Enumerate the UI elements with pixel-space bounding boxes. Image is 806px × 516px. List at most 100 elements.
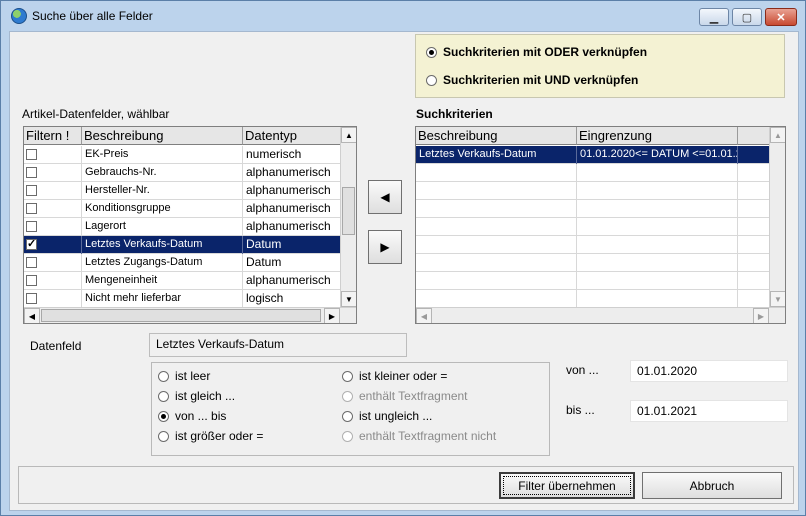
scroll-left-icon[interactable]: ◀ — [24, 308, 40, 323]
table-row[interactable]: Letztes Zugangs-Datum Datum — [24, 254, 341, 272]
col-header-datatype[interactable]: Datentyp — [243, 127, 341, 145]
filter-checkbox[interactable] — [26, 167, 37, 178]
condition-option[interactable]: ist gleich ... — [158, 389, 235, 403]
dialog-window: Suche über alle Felder ▁ ▢ ✕ Suchkriteri… — [0, 0, 806, 516]
fields-grid[interactable]: Filtern ! Beschreibung Datentyp EK-Preis… — [23, 126, 357, 324]
col-header-filter[interactable]: Filtern ! — [24, 127, 82, 145]
criteria-horizontal-scrollbar[interactable]: ◀ ▶ — [416, 307, 785, 323]
table-row[interactable] — [416, 272, 770, 290]
option-or[interactable]: Suchkriterien mit ODER verknüpfen — [426, 45, 647, 59]
fields-vertical-scrollbar[interactable]: ▲ ▼ — [340, 127, 356, 307]
scroll-thumb[interactable] — [342, 187, 355, 235]
filter-checkbox[interactable] — [26, 293, 37, 304]
minimize-button[interactable]: ▁ — [699, 8, 729, 26]
title-bar[interactable]: Suche über alle Felder ▁ ▢ ✕ — [1, 1, 805, 31]
table-row[interactable] — [416, 218, 770, 236]
criterion-description: Letztes Verkaufs-Datum — [416, 146, 577, 164]
condition-option[interactable]: von ... bis — [158, 409, 226, 423]
criteria-vertical-scrollbar[interactable]: ▲ ▼ — [769, 127, 785, 307]
criteria-grid[interactable]: Beschreibung Eingrenzung Letztes Verkauf… — [415, 126, 786, 324]
remove-criterion-button[interactable]: ◀ — [368, 180, 402, 214]
condition-label: ist größer oder = — [175, 429, 264, 443]
scroll-down-icon[interactable]: ▼ — [770, 291, 785, 307]
condition-options-group: ist leer ist gleich ... von ... bis ist … — [151, 362, 550, 456]
maximize-button[interactable]: ▢ — [732, 8, 762, 26]
table-row[interactable] — [416, 290, 770, 308]
row-description: Hersteller-Nr. — [82, 182, 243, 200]
condition-option[interactable]: ist leer — [158, 369, 210, 383]
condition-radio — [342, 390, 353, 402]
table-row[interactable] — [416, 200, 770, 218]
condition-label: ist ungleich ... — [359, 409, 433, 423]
col-header-description[interactable]: Beschreibung — [416, 127, 577, 145]
filter-checkbox[interactable] — [26, 275, 37, 286]
col-header-range[interactable]: Eingrenzung — [577, 127, 738, 145]
filter-checkbox[interactable] — [26, 185, 37, 196]
table-row[interactable]: Lagerort alphanumerisch — [24, 218, 341, 236]
arrow-left-icon: ◀ — [380, 190, 390, 204]
table-row[interactable] — [416, 164, 770, 182]
row-description: Letztes Zugangs-Datum — [82, 254, 243, 272]
table-row-selected[interactable]: Letztes Verkaufs-Datum 01.01.2020<= DATU… — [416, 146, 770, 164]
condition-option[interactable]: ist kleiner oder = — [342, 369, 447, 383]
table-row-selected[interactable]: Letztes Verkaufs-Datum Datum — [24, 236, 341, 254]
apply-filter-button[interactable]: Filter übernehmen — [499, 472, 635, 499]
criteria-panel-label: Suchkriterien — [416, 107, 493, 121]
col-header-empty — [738, 127, 770, 145]
add-criterion-button[interactable]: ▶ — [368, 230, 402, 264]
option-and[interactable]: Suchkriterien mit UND verknüpfen — [426, 73, 638, 87]
row-datatype: logisch — [243, 290, 341, 308]
col-header-description[interactable]: Beschreibung — [82, 127, 243, 145]
table-row[interactable] — [416, 182, 770, 200]
condition-radio[interactable] — [342, 410, 353, 422]
scroll-right-icon[interactable]: ▶ — [324, 308, 340, 323]
cancel-button[interactable]: Abbruch — [642, 472, 782, 499]
filter-checkbox[interactable] — [26, 149, 37, 160]
table-row[interactable]: Gebrauchs-Nr. alphanumerisch — [24, 164, 341, 182]
scroll-right-icon[interactable]: ▶ — [753, 308, 769, 323]
row-description: Letztes Verkaufs-Datum — [82, 236, 243, 254]
scroll-up-icon[interactable]: ▲ — [770, 127, 785, 143]
datenfeld-value: Letztes Verkaufs-Datum — [149, 333, 407, 357]
table-row[interactable]: Hersteller-Nr. alphanumerisch — [24, 182, 341, 200]
table-row[interactable]: Nicht mehr lieferbar logisch — [24, 290, 341, 308]
table-row[interactable]: EK-Preis numerisch — [24, 146, 341, 164]
scroll-down-icon[interactable]: ▼ — [341, 291, 356, 307]
to-date-input[interactable]: 01.01.2021 — [630, 400, 788, 422]
filter-checkbox[interactable] — [26, 221, 37, 232]
table-row[interactable]: Konditionsgruppe alphanumerisch — [24, 200, 341, 218]
filter-checkbox-checked[interactable] — [26, 237, 37, 250]
scroll-thumb[interactable] — [41, 309, 321, 322]
criterion-range: 01.01.2020<= DATUM <=01.01.2021 — [577, 146, 738, 164]
row-description: EK-Preis — [82, 146, 243, 164]
condition-radio[interactable] — [342, 370, 353, 382]
scroll-up-icon[interactable]: ▲ — [341, 127, 356, 143]
close-button[interactable]: ✕ — [765, 8, 797, 26]
table-row[interactable] — [416, 254, 770, 272]
condition-label: ist leer — [175, 369, 211, 383]
condition-radio[interactable] — [158, 390, 169, 402]
minimize-icon: ▁ — [709, 11, 719, 24]
from-date-input[interactable]: 01.01.2020 — [630, 360, 788, 382]
table-row[interactable] — [416, 236, 770, 254]
condition-option[interactable]: ist ungleich ... — [342, 409, 432, 423]
condition-option-disabled: enthält Textfragment — [342, 389, 468, 403]
condition-radio-selected[interactable] — [158, 410, 169, 422]
option-or-label: Suchkriterien mit ODER verknüpfen — [443, 45, 648, 59]
fields-panel-label: Artikel-Datenfelder, wählbar — [22, 107, 170, 121]
filter-checkbox[interactable] — [26, 257, 37, 268]
fields-horizontal-scrollbar[interactable]: ◀ ▶ — [24, 307, 356, 323]
condition-radio[interactable] — [158, 430, 169, 442]
radio-or[interactable] — [426, 46, 437, 58]
condition-radio[interactable] — [158, 370, 169, 382]
radio-and[interactable] — [426, 74, 437, 86]
scroll-left-icon[interactable]: ◀ — [416, 308, 432, 323]
datenfeld-label: Datenfeld — [30, 339, 82, 353]
filter-checkbox[interactable] — [26, 203, 37, 214]
row-datatype: Datum — [243, 254, 341, 272]
table-row[interactable]: Mengeneinheit alphanumerisch — [24, 272, 341, 290]
close-icon: ✕ — [776, 11, 786, 24]
condition-option[interactable]: ist größer oder = — [158, 429, 263, 443]
row-datatype: alphanumerisch — [243, 272, 341, 290]
logic-options-box: Suchkriterien mit ODER verknüpfen Suchkr… — [415, 34, 785, 98]
